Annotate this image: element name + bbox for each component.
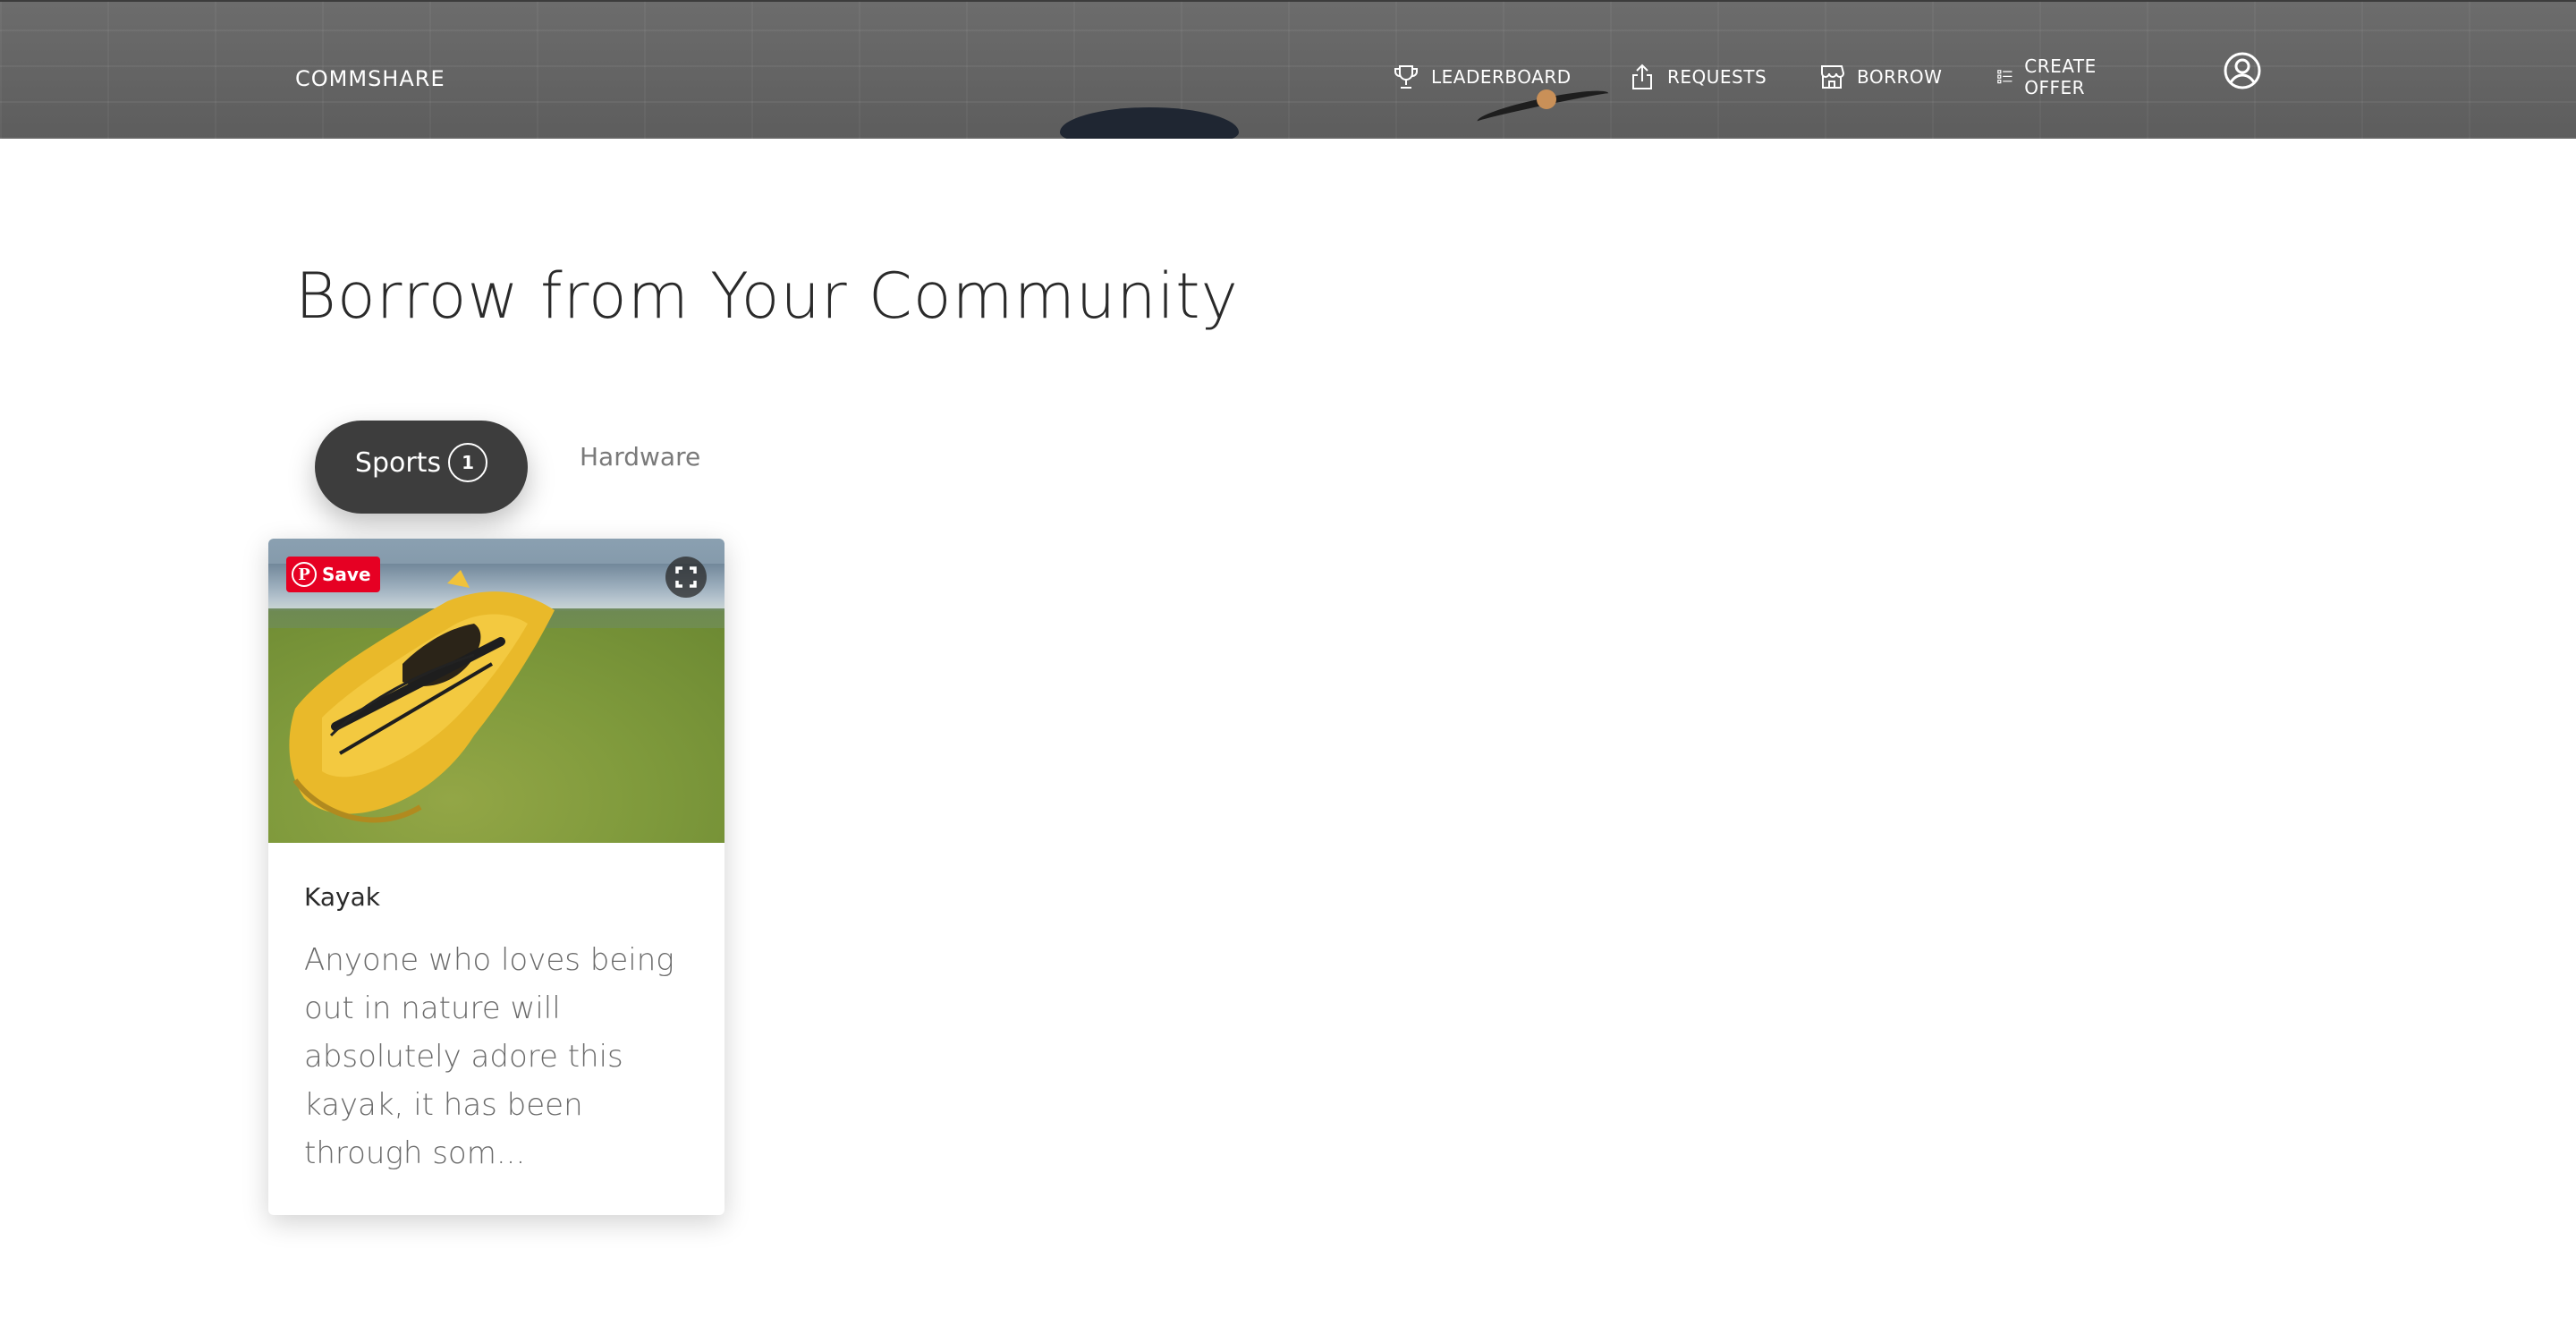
- tab-hardware[interactable]: Hardware: [580, 442, 700, 472]
- nav-create-offer[interactable]: CREATE OFFER: [1996, 55, 2107, 98]
- nav-borrow[interactable]: BORROW: [1818, 59, 1942, 95]
- tab-sports-label: Sports: [354, 446, 442, 479]
- nav-leaderboard[interactable]: LEADERBOARD: [1392, 59, 1572, 95]
- user-circle-icon: [2224, 52, 2261, 89]
- site-header: COMMSHARE LEADERBOARD REQUESTS BORROW CR…: [0, 0, 2576, 139]
- tab-sports[interactable]: Sports 1: [315, 421, 528, 514]
- list-icon: [1997, 70, 2012, 84]
- expand-image-button[interactable]: [665, 557, 707, 598]
- trophy-icon: [1394, 65, 1418, 89]
- pinterest-icon: P: [292, 562, 317, 587]
- nav-requests[interactable]: REQUESTS: [1628, 59, 1767, 95]
- item-description: Anyone who loves being out in nature wil…: [304, 942, 674, 1171]
- store-icon: [1821, 65, 1845, 89]
- item-title: Kayak: [304, 882, 380, 912]
- nav-create-offer-label: CREATE OFFER: [2024, 55, 2097, 98]
- expand-icon: [675, 566, 697, 588]
- nav-requests-label: REQUESTS: [1667, 66, 1767, 88]
- tab-sports-count-badge: 1: [448, 443, 488, 482]
- header-bike-seat: [1060, 107, 1239, 139]
- item-image: P Save: [268, 539, 724, 843]
- brand-logo[interactable]: COMMSHARE: [295, 66, 445, 91]
- item-card-kayak[interactable]: P Save Kayak Anyone who loves being out …: [268, 539, 724, 1215]
- pinterest-save-button[interactable]: P Save: [286, 557, 380, 592]
- upload-icon: [1632, 64, 1652, 89]
- save-label: Save: [322, 564, 371, 585]
- profile-button[interactable]: [2222, 50, 2263, 91]
- nav-leaderboard-label: LEADERBOARD: [1431, 66, 1572, 88]
- nav-borrow-label: BORROW: [1857, 66, 1943, 88]
- page-title: Borrow from Your Community: [295, 259, 1239, 333]
